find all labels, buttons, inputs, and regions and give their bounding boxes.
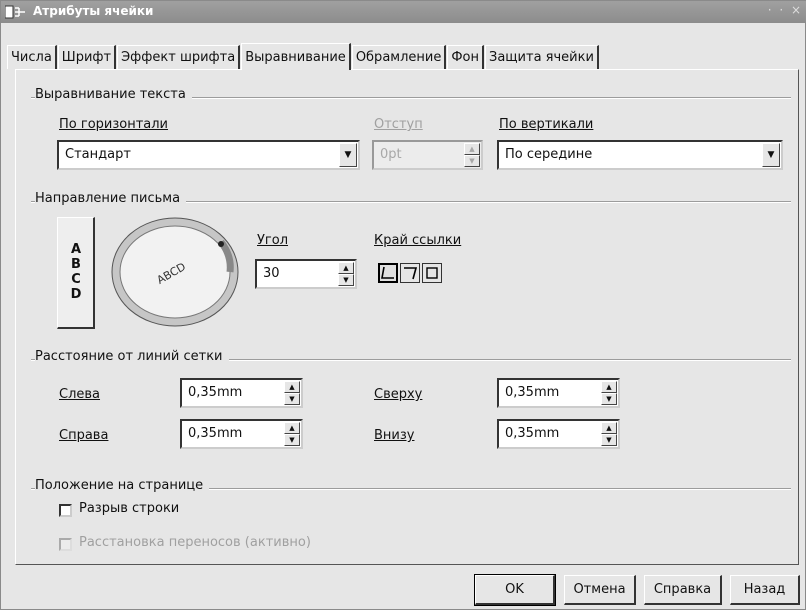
help-button[interactable]: Справка — [644, 575, 722, 605]
grid-spacing-heading: Расстояние от линий сетки — [35, 349, 229, 364]
edge-bottom-icon[interactable] — [378, 263, 398, 283]
left-spacing-spinner[interactable]: 0,35mm ▲ ▼ — [180, 378, 303, 408]
horizontal-alignment-select[interactable]: Стандарт ▼ — [57, 140, 360, 170]
spin-down-icon[interactable]: ▼ — [601, 434, 617, 446]
hyphenation-checkbox[interactable] — [59, 538, 72, 551]
edge-top-icon[interactable] — [400, 263, 420, 283]
spin-buttons[interactable]: ▲ ▼ — [601, 422, 617, 446]
bottom-spacing-spinner[interactable]: 0,35mm ▲ ▼ — [497, 419, 620, 449]
spin-up-icon[interactable]: ▲ — [284, 381, 300, 393]
spin-down-icon[interactable]: ▼ — [284, 393, 300, 405]
spin-down-icon[interactable]: ▼ — [338, 274, 354, 286]
right-spacing-spinner[interactable]: 0,35mm ▲ ▼ — [180, 419, 303, 449]
vertical-stacked-text-button[interactable]: ABCD — [57, 217, 95, 329]
right-spacing-value: 0,35mm — [188, 426, 243, 441]
horizontal-label: По горизонтали — [59, 117, 169, 132]
bottom-spacing-label: Внизу — [374, 428, 415, 443]
tab-alignment[interactable]: Выравнивание — [241, 43, 351, 70]
ok-button[interactable]: OK — [474, 574, 556, 606]
left-spacing-value: 0,35mm — [188, 385, 243, 400]
top-spacing-label: Сверху — [374, 387, 423, 402]
spin-up-icon[interactable]: ▲ — [601, 381, 617, 393]
cancel-button[interactable]: Отмена — [564, 575, 636, 605]
vertical-alignment-select[interactable]: По середине ▼ — [497, 140, 783, 170]
spin-buttons[interactable]: ▲ ▼ — [284, 422, 300, 446]
tab-borders[interactable]: Обрамление — [351, 45, 447, 69]
line-break-label[interactable]: Разрыв строки — [79, 501, 179, 516]
tab-numbers[interactable]: Числа — [7, 45, 57, 69]
spin-down-icon[interactable]: ▼ — [464, 155, 480, 167]
vertical-label: По вертикали — [499, 117, 594, 132]
close-icon[interactable]: · · × — [768, 3, 803, 17]
line-break-checkbox[interactable] — [59, 504, 72, 517]
spin-up-icon[interactable]: ▲ — [284, 422, 300, 434]
back-button[interactable]: Назад — [730, 575, 800, 605]
writing-direction-heading: Направление письма — [35, 191, 187, 206]
bottom-spacing-value: 0,35mm — [505, 426, 560, 441]
spin-up-icon[interactable]: ▲ — [601, 422, 617, 434]
spin-buttons[interactable]: ▲ ▼ — [601, 381, 617, 405]
indent-spinner[interactable]: 0pt ▲ ▼ — [372, 140, 483, 170]
vertical-alignment-value: По середине — [505, 147, 593, 162]
angle-spinner[interactable]: 30 ▲ ▼ — [255, 259, 357, 289]
text-rotation-dial[interactable]: ABCD — [109, 215, 241, 329]
spin-buttons[interactable]: ▲ ▼ — [464, 143, 480, 167]
angle-label: Угол — [257, 233, 289, 248]
tab-background[interactable]: Фон — [447, 45, 484, 69]
page-position-heading: Положение на странице — [35, 478, 210, 493]
right-spacing-label: Справа — [59, 428, 109, 443]
top-spacing-spinner[interactable]: 0,35mm ▲ ▼ — [497, 378, 620, 408]
indent-label: Отступ — [374, 117, 423, 132]
title-bar: Атрибуты ячейки · · × — [1, 1, 806, 23]
vertical-text-sample: ABCD — [70, 242, 82, 302]
spin-up-icon[interactable]: ▲ — [338, 262, 354, 274]
spin-up-icon[interactable]: ▲ — [464, 143, 480, 155]
tab-font[interactable]: Шрифт — [57, 45, 117, 69]
tab-cell-protection[interactable]: Защита ячейки — [485, 45, 599, 69]
indent-value: 0pt — [380, 147, 402, 162]
left-spacing-label: Слева — [59, 387, 101, 402]
spin-down-icon[interactable]: ▼ — [284, 434, 300, 446]
reference-edge-label: Край ссылки — [374, 233, 462, 248]
spin-buttons[interactable]: ▲ ▼ — [284, 381, 300, 405]
tab-font-effects[interactable]: Эффект шрифта — [117, 45, 241, 69]
spin-down-icon[interactable]: ▼ — [601, 393, 617, 405]
horizontal-alignment-value: Стандарт — [65, 147, 131, 162]
cell-attributes-dialog: Атрибуты ячейки · · × Числа Шрифт Эффект… — [0, 0, 806, 610]
chevron-down-icon[interactable]: ▼ — [762, 143, 780, 167]
tab-bar: Числа Шрифт Эффект шрифта Выравнивание О… — [7, 43, 600, 70]
text-alignment-heading: Выравнивание текста — [35, 87, 192, 102]
edge-inside-icon[interactable] — [422, 263, 442, 283]
angle-value: 30 — [263, 266, 280, 281]
app-icon — [5, 5, 25, 19]
spin-buttons[interactable]: ▲ ▼ — [338, 262, 354, 286]
chevron-down-icon[interactable]: ▼ — [339, 143, 357, 167]
hyphenation-label[interactable]: Расстановка переносов (активно) — [79, 535, 311, 550]
top-spacing-value: 0,35mm — [505, 385, 560, 400]
window-title: Атрибуты ячейки — [33, 4, 154, 18]
